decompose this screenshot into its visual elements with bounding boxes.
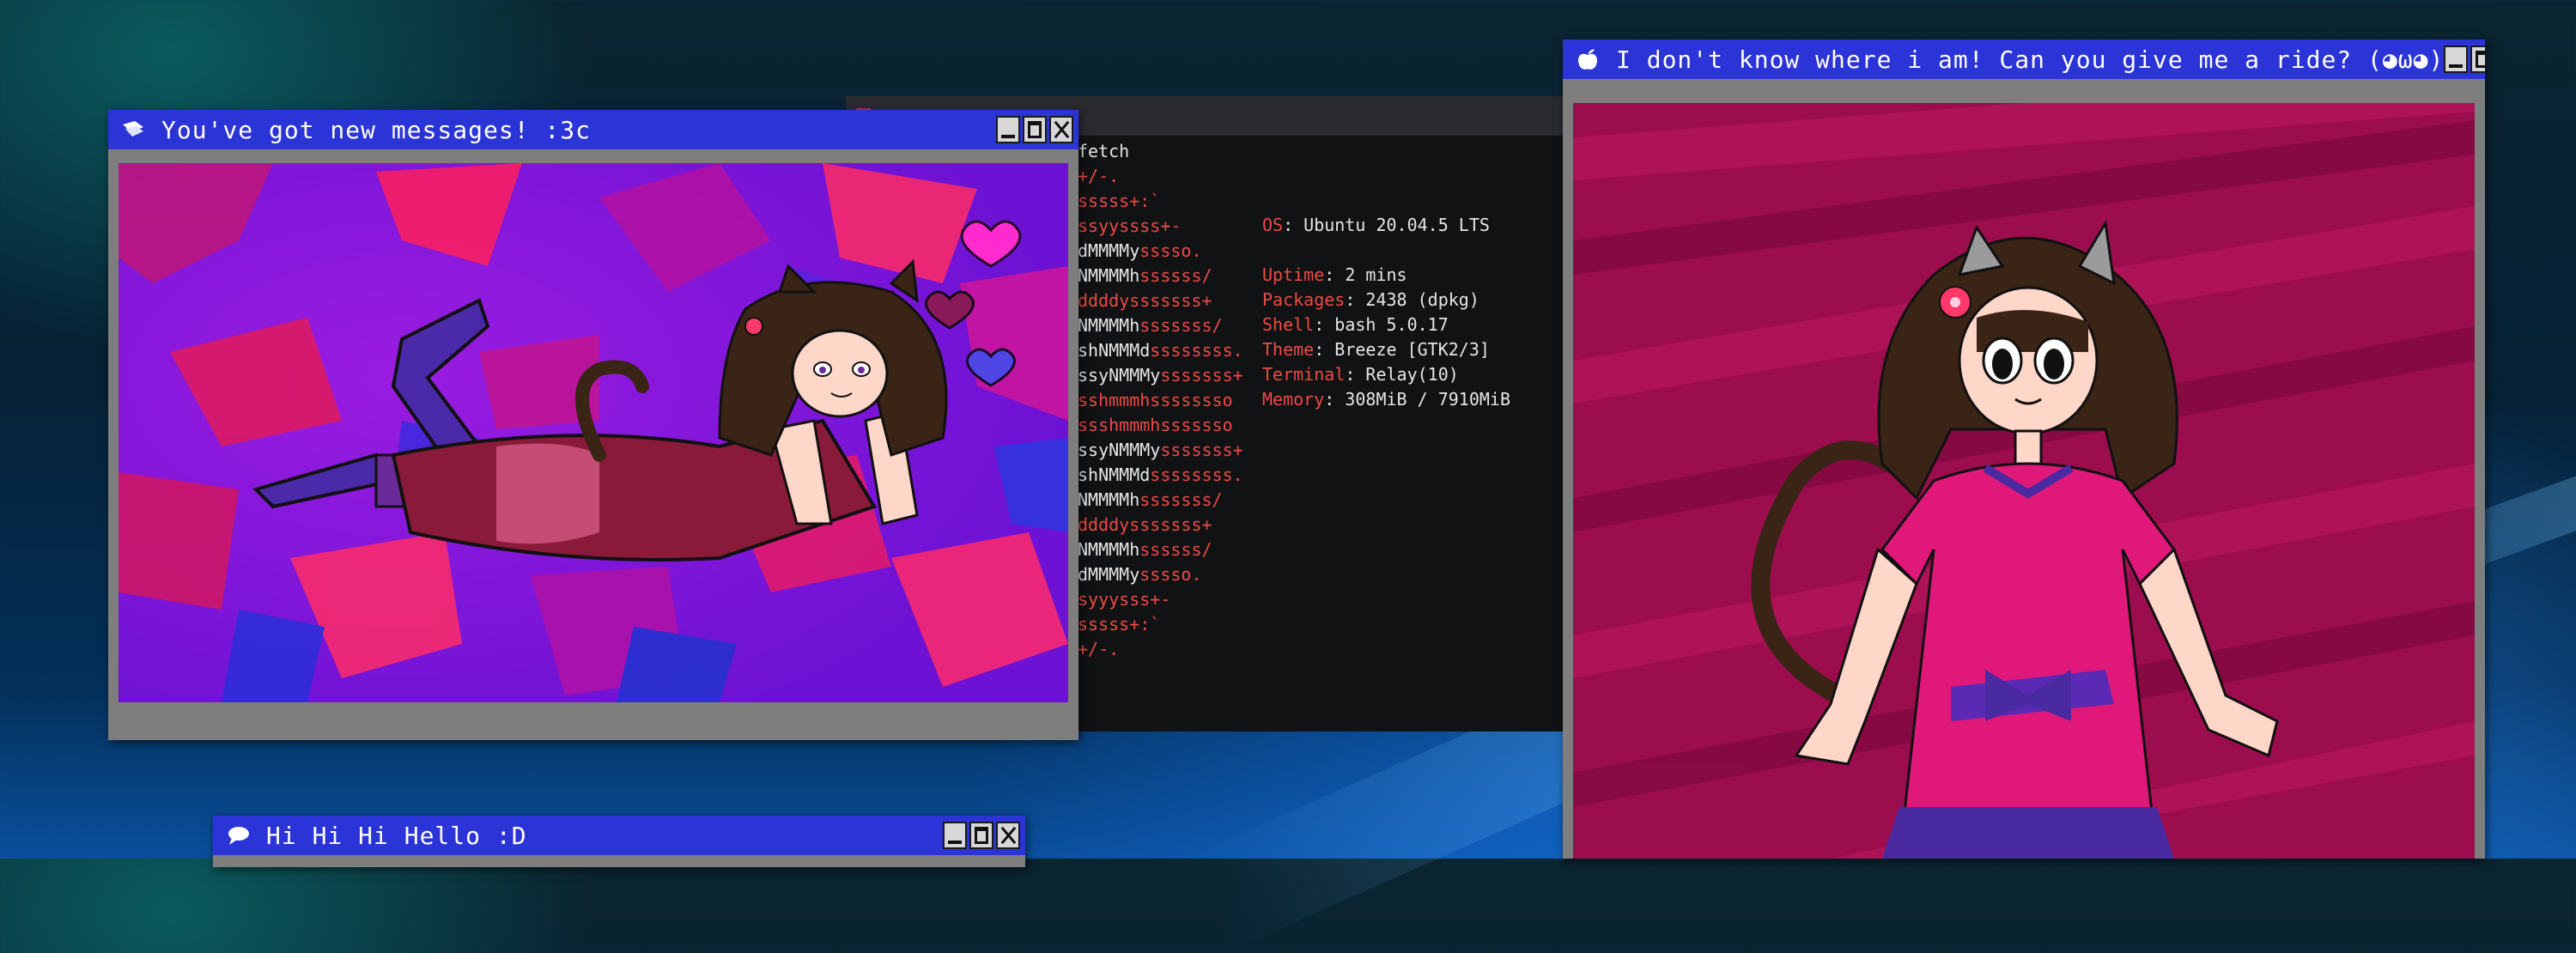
minimize-button[interactable] <box>2444 46 2469 73</box>
info-row: Theme: Breeze [GTK2/3] <box>1262 337 1510 362</box>
apple-icon <box>1578 49 1597 70</box>
logo-line: NMMMMhssssss/ <box>1078 539 1212 560</box>
info-value: : Breeze [GTK2/3] <box>1314 339 1490 360</box>
logo-line: sssss+:` <box>1078 191 1161 211</box>
close-button[interactable] <box>996 822 1020 849</box>
logo-line: syyysss+- <box>1078 589 1171 610</box>
logo-line: ssyyssss+- <box>1078 215 1182 236</box>
logo-line: ddddysssssss+ <box>1078 290 1212 311</box>
info-key: Shell <box>1262 314 1315 335</box>
logo-line: dMMMMysssso. <box>1078 564 1202 585</box>
info-key: Packages <box>1262 289 1346 310</box>
logo-line: NMMMMhsssssss/ <box>1078 315 1223 336</box>
info-row: Shell: bash 5.0.17 <box>1262 313 1510 337</box>
info-row: Terminal: Relay(10) <box>1262 362 1510 387</box>
hello-window[interactable]: Hi Hi Hi Hello :D <box>213 816 1025 867</box>
ride-window[interactable]: I don't know where i am! Can you give me… <box>1563 39 2485 859</box>
messages-window-title: You've got new messages! :3c <box>161 115 592 144</box>
logo-line: +/-. <box>1078 639 1120 659</box>
standing-girl-artwork <box>1573 103 2475 859</box>
info-value: : Relay(10) <box>1345 364 1459 385</box>
logo-line: dMMMMysssso. <box>1078 240 1202 261</box>
info-value: : Ubuntu 20.04.5 LTS <box>1283 215 1490 235</box>
info-value: : bash 5.0.17 <box>1314 314 1449 335</box>
logo-line: sshmmmhssssssso <box>1078 390 1233 410</box>
info-key: Theme <box>1262 339 1315 360</box>
info-key: OS <box>1262 215 1284 235</box>
speech-bubble-icon <box>228 827 249 845</box>
info-value: : 2 mins <box>1324 264 1407 285</box>
info-row: Uptime: 2 mins <box>1262 263 1510 288</box>
hello-titlebar[interactable]: Hi Hi Hi Hello :D <box>213 816 1025 855</box>
info-value <box>1262 240 1273 260</box>
info-row: Packages: 2438 (dpkg) <box>1262 288 1510 313</box>
maximize-button[interactable] <box>969 822 993 849</box>
info-row <box>1262 238 1510 263</box>
info-key: Memory <box>1262 389 1325 410</box>
info-value: : 2438 (dpkg) <box>1345 289 1479 310</box>
ride-window-title: I don't know where i am! Can you give me… <box>1616 45 2445 74</box>
envelope-icon <box>123 121 143 137</box>
messages-image <box>118 163 1068 702</box>
logo-line: ssyNMMMysssssss+ <box>1078 365 1243 385</box>
ride-titlebar[interactable]: I don't know where i am! Can you give me… <box>1563 39 2485 79</box>
close-button[interactable] <box>1049 116 1073 143</box>
minimize-button[interactable] <box>996 116 1020 143</box>
terminal-command: fetch <box>1078 141 1130 161</box>
logo-line: ssshmmmhsssssso <box>1078 415 1233 435</box>
info-value: : 308MiB / 7910MiB <box>1324 389 1510 410</box>
logo-line: ssyNMMMysssssss+ <box>1078 440 1243 460</box>
neofetch-logo: +/-. sssss+:` ssyyssss+- dMMMMysssso. NMMMMh… <box>1078 164 1243 662</box>
minimize-button[interactable] <box>943 822 967 849</box>
hello-window-title: Hi Hi Hi Hello :D <box>266 821 527 850</box>
logo-line: sssss+:` <box>1078 614 1161 634</box>
lying-girl-artwork <box>118 163 1068 702</box>
logo-line: +/-. <box>1078 166 1120 186</box>
info-row: OS: Ubuntu 20.04.5 LTS <box>1262 213 1510 238</box>
logo-line: shNMMMdssssssss. <box>1078 464 1243 485</box>
maximize-button[interactable] <box>1023 116 1047 143</box>
system-info: OS: Ubuntu 20.04.5 LTS Uptime: 2 mins Pac… <box>1262 213 1510 412</box>
logo-line: NMMMMhssssss/ <box>1078 265 1212 286</box>
messages-titlebar[interactable]: You've got new messages! :3c <box>108 110 1078 149</box>
info-key: Terminal <box>1262 364 1346 385</box>
logo-line: shNMMMdssssssss. <box>1078 340 1243 361</box>
logo-line: NMMMMhsssssss/ <box>1078 489 1223 510</box>
messages-window[interactable]: You've got new messages! :3c <box>108 110 1078 740</box>
logo-line: ddddysssssss+ <box>1078 514 1212 535</box>
info-key: Uptime <box>1262 264 1325 285</box>
ride-image <box>1573 103 2475 859</box>
maximize-button[interactable] <box>2470 46 2485 73</box>
info-row: Memory: 308MiB / 7910MiB <box>1262 387 1510 412</box>
